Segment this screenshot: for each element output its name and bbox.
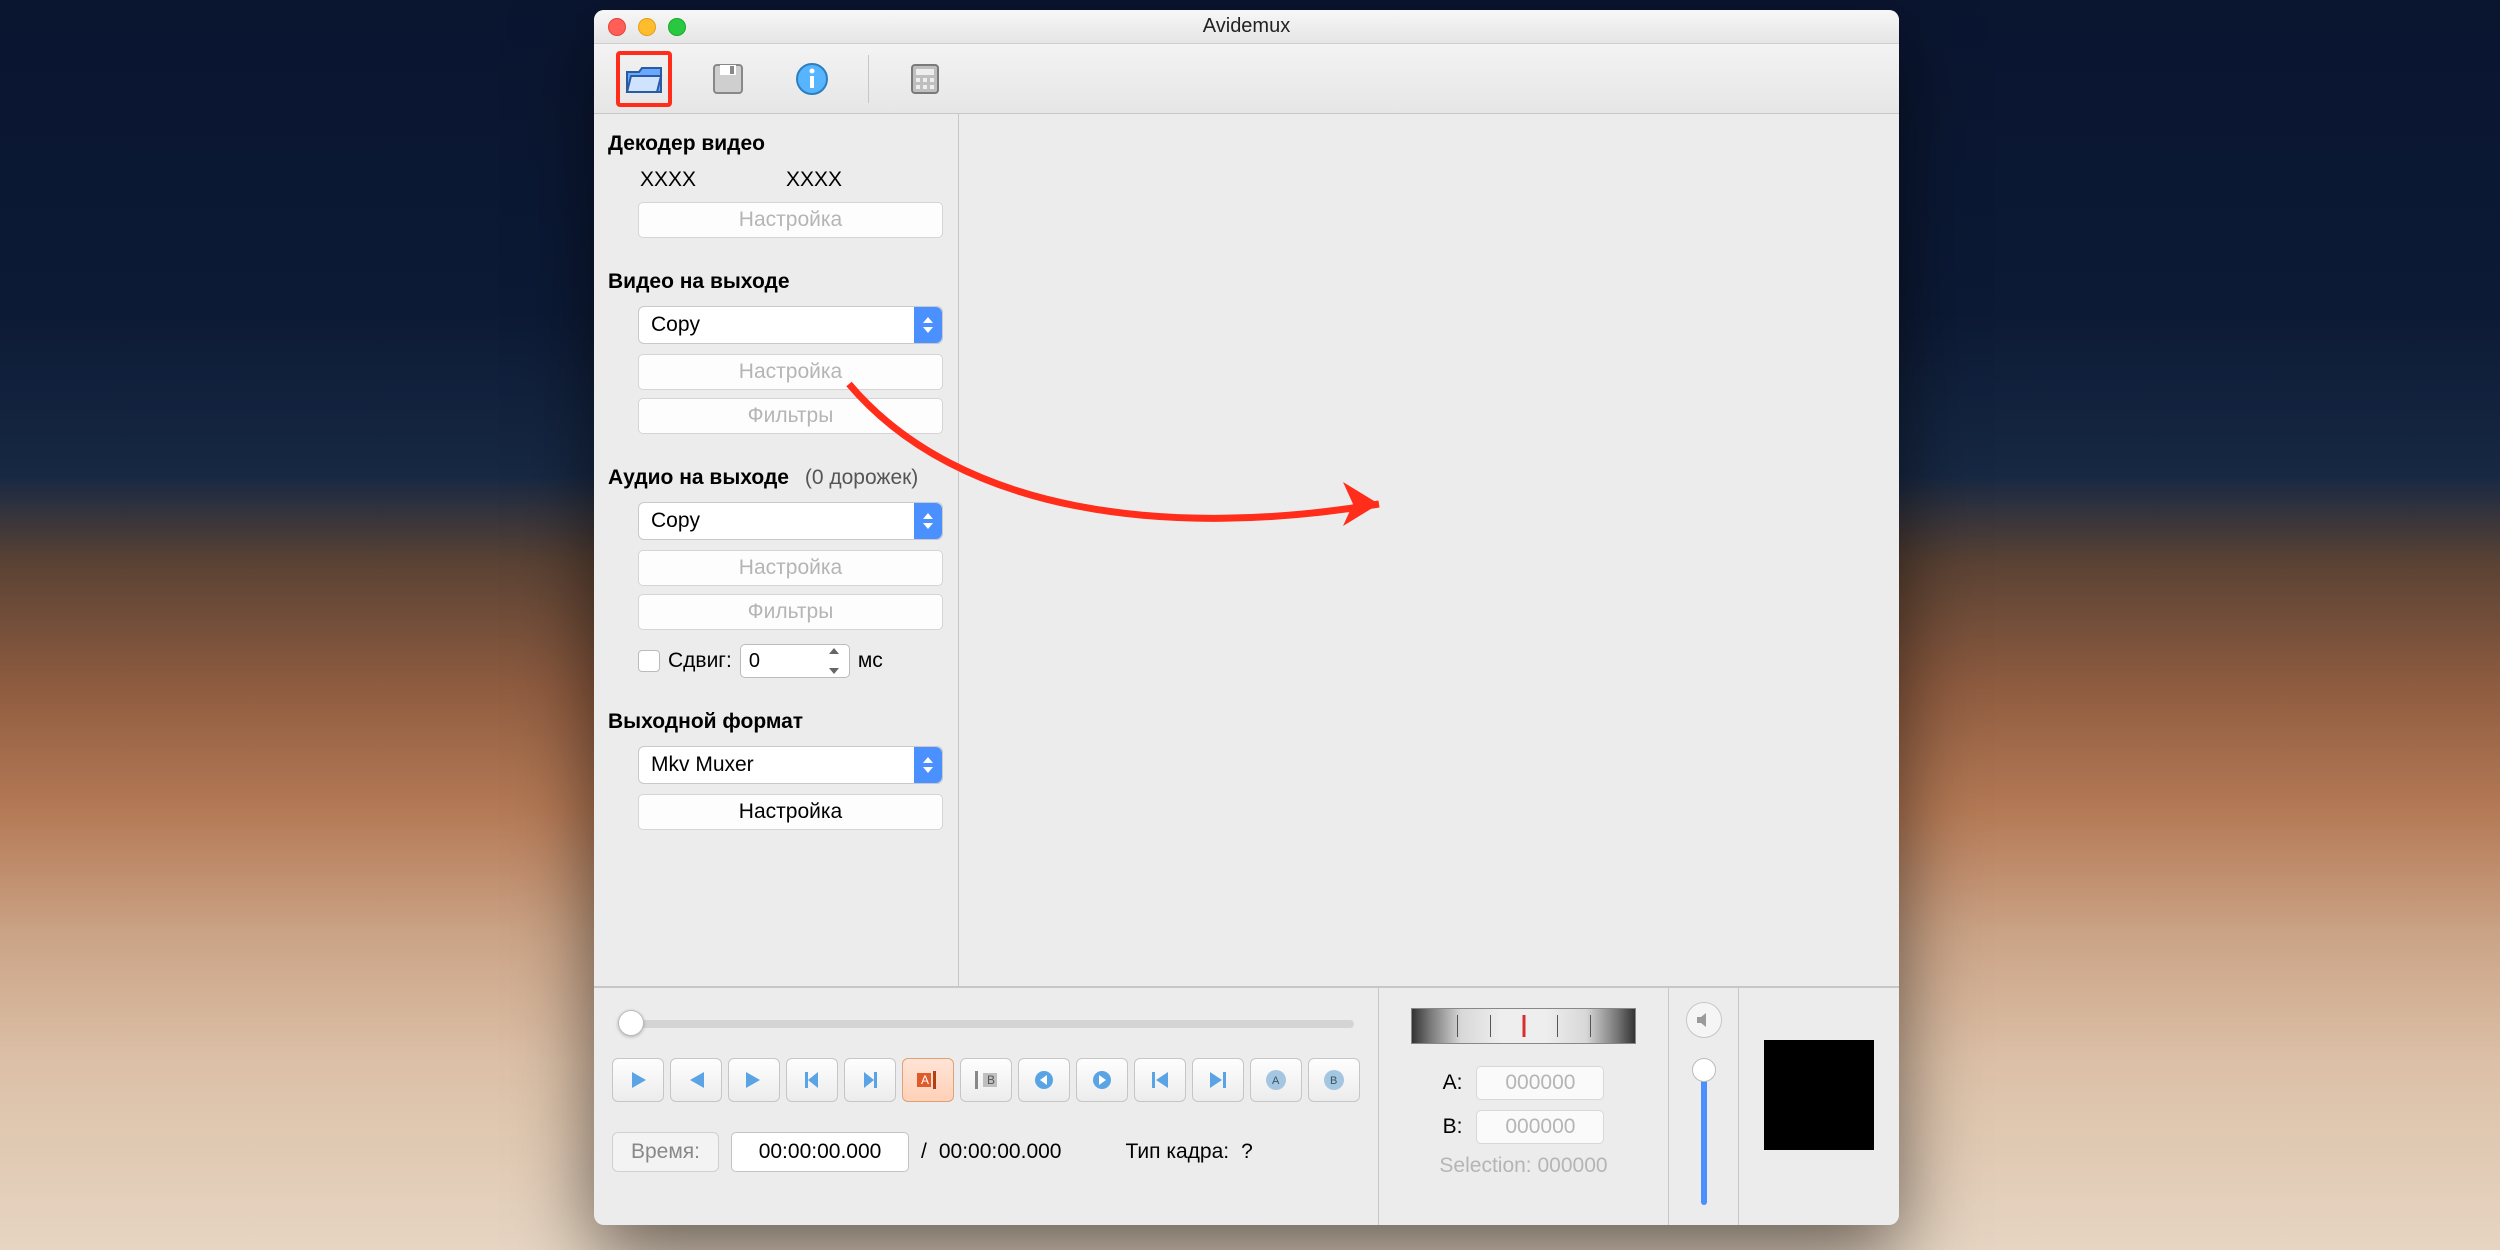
preview-panel <box>1739 988 1899 1225</box>
svg-text:A: A <box>921 1073 929 1087</box>
audio-out-title-text: Аудио на выходе <box>608 466 789 489</box>
duration-sep: / <box>921 1140 927 1164</box>
bottom-panel: A B A B Время: 00:00:00.000 / 00:00:00.0… <box>594 987 1899 1225</box>
muxer-config-button[interactable]: Настройка <box>638 794 943 830</box>
muxer-select[interactable]: Mkv Muxer <box>638 746 943 784</box>
marker-b-value: 000000 <box>1476 1110 1604 1144</box>
output-format-title: Выходной формат <box>608 710 944 734</box>
volume-thumb-icon[interactable] <box>1692 1058 1716 1082</box>
toolbar <box>594 44 1899 114</box>
video-config-button[interactable]: Настройка <box>638 354 943 390</box>
audio-codec-value: Copy <box>651 509 700 533</box>
playback-controls: A B A B <box>612 1058 1360 1102</box>
time-value: 00:00:00.000 <box>759 1140 882 1164</box>
play-button[interactable] <box>612 1058 664 1102</box>
calculator-button[interactable] <box>897 51 953 107</box>
svg-text:A: A <box>1272 1075 1280 1087</box>
timeline-panel: A B A B Время: 00:00:00.000 / 00:00:00.0… <box>594 988 1379 1225</box>
time-button[interactable]: Время: <box>612 1132 719 1172</box>
svg-text:B: B <box>1330 1075 1337 1087</box>
audio-filters-button[interactable]: Фильтры <box>638 594 943 630</box>
speaker-button[interactable] <box>1686 1002 1722 1038</box>
info-button[interactable] <box>784 51 840 107</box>
jog-wheel[interactable] <box>1411 1008 1636 1044</box>
video-out-title: Видео на выходе <box>608 270 944 294</box>
volume-panel <box>1669 988 1739 1225</box>
next-frame-button[interactable] <box>728 1058 780 1102</box>
chevron-updown-icon <box>914 307 942 343</box>
muxer-value: Mkv Muxer <box>651 753 754 777</box>
preview-thumbnail <box>1764 1040 1874 1150</box>
selection-label: Selection: <box>1439 1154 1531 1177</box>
stepper-icon[interactable] <box>829 648 845 674</box>
goto-end-button[interactable] <box>1192 1058 1244 1102</box>
open-file-button[interactable] <box>616 51 672 107</box>
video-codec-value: Copy <box>651 313 700 337</box>
app-window: Avidemux Декодер видео XXXX XXXX Настрой… <box>594 10 1899 1225</box>
slider-thumb-icon[interactable] <box>618 1010 644 1036</box>
marker-a-value: 000000 <box>1476 1066 1604 1100</box>
decoder-title: Декодер видео <box>608 132 944 156</box>
titlebar: Avidemux <box>594 10 1899 44</box>
sidebar: Декодер видео XXXX XXXX Настройка Видео … <box>594 114 959 986</box>
shift-unit: мс <box>858 649 883 673</box>
prev-black-frame-button[interactable] <box>1018 1058 1070 1102</box>
goto-marker-b-button[interactable]: B <box>1308 1058 1360 1102</box>
main-area: Декодер видео XXXX XXXX Настройка Видео … <box>594 114 1899 987</box>
audio-tracks-count: (0 дорожек) <box>805 466 918 489</box>
shift-value: 0 <box>749 650 760 673</box>
marker-b-label: B: <box>1443 1115 1463 1139</box>
audio-out-title: Аудио на выходе (0 дорожек) <box>608 466 944 490</box>
save-button[interactable] <box>700 51 756 107</box>
next-black-frame-button[interactable] <box>1076 1058 1128 1102</box>
decoder-codec-1: XXXX <box>640 168 696 192</box>
decoder-codec-2: XXXX <box>786 168 842 192</box>
set-marker-a-button[interactable]: A <box>902 1058 954 1102</box>
next-keyframe-button[interactable] <box>844 1058 896 1102</box>
selection-value: 000000 <box>1538 1154 1608 1177</box>
video-codec-select[interactable]: Copy <box>638 306 943 344</box>
audio-config-button[interactable]: Настройка <box>638 550 943 586</box>
audio-codec-select[interactable]: Copy <box>638 502 943 540</box>
svg-text:B: B <box>987 1073 995 1087</box>
goto-marker-a-button[interactable]: A <box>1250 1058 1302 1102</box>
shift-checkbox[interactable] <box>638 650 660 672</box>
frame-type-label: Тип кадра: <box>1125 1140 1229 1164</box>
decoder-config-button[interactable]: Настройка <box>638 202 943 238</box>
selection-panel: A: 000000 B: 000000 Selection: 000000 <box>1379 988 1669 1225</box>
window-title: Avidemux <box>594 15 1899 38</box>
time-input[interactable]: 00:00:00.000 <box>731 1132 909 1172</box>
set-marker-b-button[interactable]: B <box>960 1058 1012 1102</box>
shift-label: Сдвиг: <box>668 649 732 673</box>
goto-start-button[interactable] <box>1134 1058 1186 1102</box>
chevron-updown-icon <box>914 503 942 539</box>
prev-frame-button[interactable] <box>670 1058 722 1102</box>
frame-type-value: ? <box>1241 1140 1253 1164</box>
prev-keyframe-button[interactable] <box>786 1058 838 1102</box>
toolbar-separator <box>868 55 869 103</box>
marker-a-label: A: <box>1443 1071 1463 1095</box>
duration-value: 00:00:00.000 <box>939 1140 1062 1164</box>
chevron-updown-icon <box>914 747 942 783</box>
timeline-slider[interactable] <box>618 1020 1354 1028</box>
video-canvas <box>959 114 1899 986</box>
video-filters-button[interactable]: Фильтры <box>638 398 943 434</box>
shift-value-input[interactable]: 0 <box>740 644 850 678</box>
volume-slider[interactable] <box>1701 1062 1707 1205</box>
